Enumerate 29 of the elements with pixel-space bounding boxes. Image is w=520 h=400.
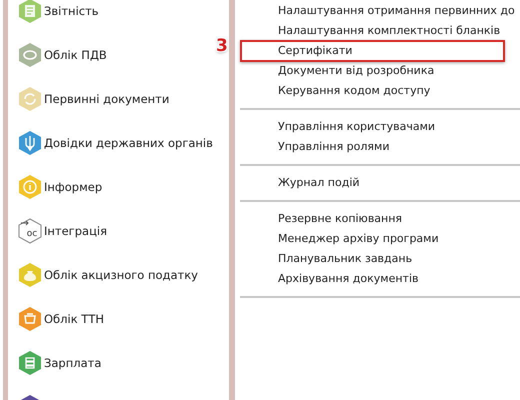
menu-item[interactable]: Архівування документів	[240, 268, 505, 290]
menu-item[interactable]: Управління користувачами	[240, 116, 505, 138]
sidebar-item[interactable]: Первинні документи	[44, 92, 170, 106]
menu-item[interactable]: Налаштування отримання первинних до	[240, 0, 517, 22]
sidebar-item[interactable]: Інтеграція	[44, 224, 108, 238]
menu-item[interactable]: Резервне копіювання	[240, 208, 505, 230]
menu-item[interactable]: Документи від розробника	[240, 60, 505, 82]
menu-item[interactable]: Керування кодом доступу	[240, 80, 505, 102]
sidebar-item[interactable]: Облік ТТН	[44, 312, 104, 326]
sidebar-item[interactable]: Облік акцизного податку	[44, 268, 198, 282]
sidebar-item[interactable]: Облік ПДВ	[44, 48, 107, 62]
trident-hexagon-icon	[18, 130, 42, 156]
sidebar-item[interactable]: Інформер	[44, 180, 102, 194]
menu-item[interactable]: Сертифікати	[240, 40, 505, 62]
menu-item[interactable]: Планувальник завдань	[240, 248, 505, 270]
menu-item[interactable]: Управління ролями	[240, 136, 505, 158]
menu-item[interactable]: Налаштування комплектності бланків	[240, 20, 505, 42]
report-hexagon-icon	[18, 0, 42, 24]
money-bag-hexagon-icon	[18, 262, 42, 288]
sidebar-item[interactable]: Зарплата	[44, 356, 102, 370]
integration-icon: ос	[18, 218, 42, 244]
menu-item[interactable]: Менеджер архіву програми	[240, 228, 505, 250]
circular-arrows-hexagon-icon	[18, 86, 42, 112]
step-number: 3	[216, 36, 228, 56]
coin-hexagon-icon	[18, 42, 42, 68]
sidebar-item[interactable]: Довідки державних органів	[44, 136, 213, 150]
menu-item[interactable]: Журнал подій	[240, 172, 505, 194]
sidebar-item[interactable]: Звітність	[44, 4, 99, 18]
info-hexagon-icon	[18, 174, 42, 200]
